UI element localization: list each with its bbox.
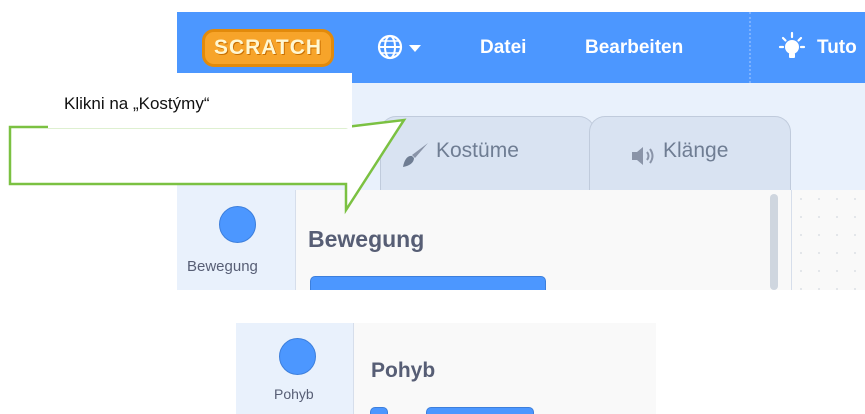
category-motion-dot-bottom[interactable] bbox=[279, 338, 316, 375]
category-motion-label[interactable]: Bewegung bbox=[187, 258, 258, 275]
scratch-editor-screenshot-bottom: Pohyb Pohyb bbox=[236, 323, 656, 414]
script-area[interactable] bbox=[791, 190, 865, 290]
palette-scrollbar[interactable] bbox=[770, 194, 778, 290]
speaker-icon bbox=[632, 147, 654, 165]
category-motion-label-bottom[interactable]: Pohyb bbox=[274, 386, 314, 402]
callout-text: Klikni na „Kostýmy“ bbox=[64, 94, 210, 113]
palette-section-title-bottom: Pohyb bbox=[371, 359, 436, 382]
tab-sounds-label: Klänge bbox=[663, 139, 729, 162]
tab-sounds[interactable]: Klänge bbox=[589, 116, 791, 190]
category-menu-bottom: Pohyb bbox=[236, 323, 354, 414]
lightbulb-icon[interactable] bbox=[774, 31, 810, 67]
palette-section-title: Bewegung bbox=[308, 226, 425, 252]
menu-tutorials[interactable]: Tuto bbox=[817, 37, 857, 59]
motion-block[interactable] bbox=[310, 276, 546, 290]
block-palette-bottom: Pohyb bbox=[354, 323, 656, 414]
tab-costumes-label: Kostüme bbox=[436, 139, 519, 162]
instruction-callout bbox=[8, 73, 407, 215]
motion-block-notch[interactable] bbox=[370, 407, 388, 414]
menu-divider bbox=[749, 12, 751, 83]
menu-file[interactable]: Datei bbox=[480, 37, 526, 59]
menu-edit[interactable]: Bearbeiten bbox=[585, 37, 683, 59]
motion-block[interactable] bbox=[426, 407, 534, 414]
